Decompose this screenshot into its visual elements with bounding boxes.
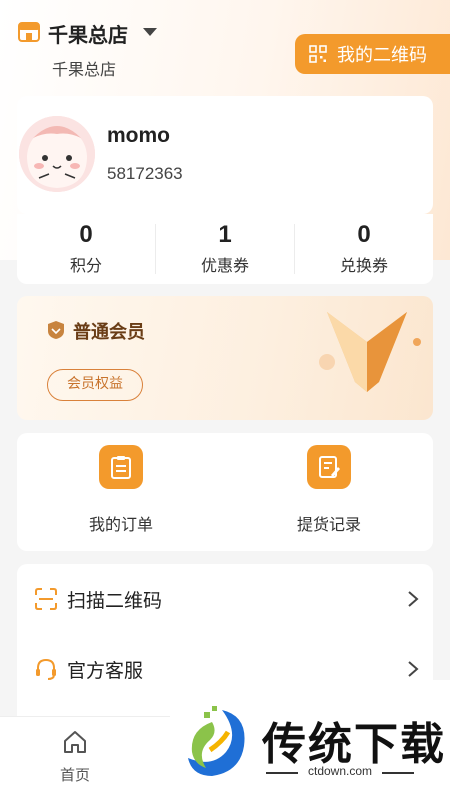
avatar[interactable] xyxy=(19,116,95,192)
order-list-icon xyxy=(99,445,143,489)
store-subtitle: 千果总店 xyxy=(52,60,117,79)
member-benefits-button[interactable]: 会员权益 xyxy=(47,369,143,401)
vip-emblem-icon xyxy=(319,312,421,392)
stat-coupons[interactable]: 1 优惠券 xyxy=(156,220,294,276)
stats-card: 0 积分 1 优惠券 0 兑换券 xyxy=(17,214,433,284)
chevron-right-icon xyxy=(408,591,419,607)
tab-home[interactable]: 首页 xyxy=(50,729,100,785)
my-orders-button[interactable]: 我的订单 xyxy=(51,445,191,535)
stat-vouchers-label: 兑换券 xyxy=(339,256,388,275)
watermark-rule xyxy=(382,772,414,774)
menu-item-scan-qrcode[interactable]: 扫描二维码 xyxy=(17,564,433,634)
qrcode-icon xyxy=(309,45,327,63)
store-name[interactable]: 千果总店 xyxy=(48,19,128,48)
watermark-rule xyxy=(266,772,298,774)
scan-icon xyxy=(35,588,57,610)
pickup-records-button[interactable]: 提货记录 xyxy=(259,445,399,535)
user-id: 58172363 xyxy=(107,164,183,183)
my-qrcode-label: 我的二维码 xyxy=(337,45,427,66)
store-icon xyxy=(18,22,40,42)
pickup-record-icon xyxy=(307,445,351,489)
orders-card: 我的订单 提货记录 xyxy=(17,433,433,551)
stat-vouchers-value: 0 xyxy=(357,221,371,248)
member-level: 普通会员 xyxy=(73,322,145,343)
my-orders-label: 我的订单 xyxy=(88,515,153,534)
home-icon xyxy=(64,731,86,753)
pickup-records-label: 提货记录 xyxy=(296,515,361,534)
avatar-image xyxy=(19,116,95,192)
watermark-url: ctdown.com xyxy=(308,764,373,778)
stat-points[interactable]: 0 积分 xyxy=(17,220,155,276)
stat-points-value: 0 xyxy=(79,221,93,248)
profile-card[interactable]: momo 58172363 xyxy=(17,96,433,214)
headset-icon xyxy=(36,658,56,680)
stat-vouchers[interactable]: 0 兑换券 xyxy=(295,220,433,276)
stat-coupons-value: 1 xyxy=(218,221,232,248)
username: momo xyxy=(107,124,170,147)
stat-coupons-label: 优惠券 xyxy=(200,256,249,275)
my-qrcode-button[interactable]: 我的二维码 xyxy=(295,34,450,74)
member-card: 普通会员 会员权益 xyxy=(17,296,433,420)
tab-home-label: 首页 xyxy=(59,766,90,784)
chevron-right-icon xyxy=(408,661,419,677)
stat-points-label: 积分 xyxy=(69,256,102,275)
header: 千果总店 千果总店 我的二维码 xyxy=(0,0,450,90)
watermark-logo-icon xyxy=(188,706,245,776)
menu-item-service-label: 官方客服 xyxy=(67,660,144,682)
menu-item-scan-label: 扫描二维码 xyxy=(67,590,163,612)
watermark-overlay: 传统下载 ctdown.com xyxy=(170,680,450,800)
member-badge-icon xyxy=(48,321,64,339)
store-switch-caret-icon[interactable] xyxy=(143,28,157,36)
watermark-text: 传统下载 xyxy=(262,719,446,770)
